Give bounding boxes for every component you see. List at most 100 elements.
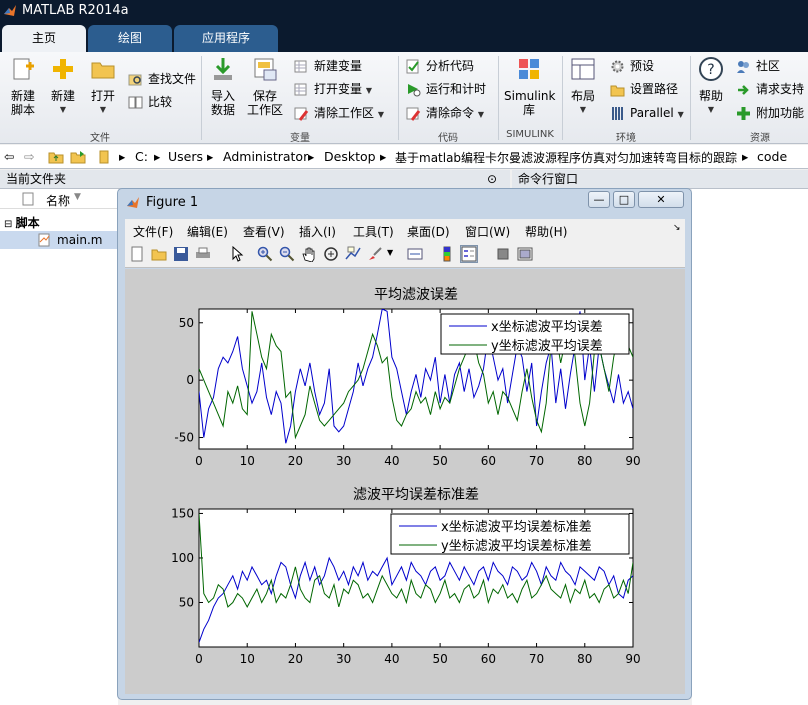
sort-caret-icon: ▼	[74, 192, 81, 202]
community-button[interactable]: 社区	[736, 56, 780, 76]
menu-view[interactable]: 查看(V)	[243, 223, 285, 240]
new-button[interactable]: 新建 ▼	[46, 56, 80, 117]
breadcrumb-code[interactable]: code	[757, 149, 787, 164]
tab-home[interactable]: 主页	[2, 25, 86, 52]
run-and-time-button[interactable]: 运行和计时	[406, 79, 486, 99]
breadcrumb-project-folder[interactable]: 基于matlab编程卡尔曼滤波源程序仿真对匀加速转弯目标的跟踪	[395, 149, 737, 166]
import-data-button[interactable]: 导入 数据	[206, 56, 240, 117]
figure-title: Figure 1	[146, 195, 199, 210]
pan-hand-icon[interactable]	[301, 246, 317, 262]
figure-canvas: 平均滤波误差 0 10 20 30 40 50 60 70 80 90 -50 0 50 x坐标滤波平均误差…	[125, 269, 685, 694]
up-folder-icon[interactable]	[48, 149, 64, 165]
file-row-main[interactable]: main.m	[0, 231, 118, 249]
zoom-in-icon[interactable]	[257, 246, 273, 262]
request-support-button[interactable]: 请求支持	[736, 79, 804, 99]
show-plot-tools-icon[interactable]	[517, 246, 533, 262]
menu-window[interactable]: 窗口(W)	[465, 223, 510, 240]
add-ons-button[interactable]: 附加功能	[736, 103, 804, 123]
clear-workspace-button[interactable]: 清除工作区 ▼	[294, 103, 384, 123]
legend-icon[interactable]	[460, 245, 478, 263]
m-file-icon	[38, 233, 50, 247]
data-cursor-icon[interactable]	[345, 246, 361, 262]
save-workspace-button[interactable]: 保存 工作区	[246, 56, 284, 117]
breadcrumb-drive[interactable]: C:	[135, 149, 148, 164]
simulink-library-button[interactable]: Simulink 库	[504, 56, 555, 117]
set-path-button[interactable]: 设置路径	[610, 79, 678, 99]
print-icon[interactable]	[195, 246, 211, 262]
collapse-icon[interactable]: ⊟	[4, 219, 16, 230]
breadcrumb-desktop[interactable]: Desktop	[324, 149, 376, 164]
command-window-header: 命令行窗口	[512, 170, 808, 189]
breadcrumb-separator: ▸	[119, 149, 126, 164]
figure-logo-icon	[127, 197, 139, 208]
legend-label: y坐标滤波平均误差标准差	[441, 539, 592, 554]
close-button[interactable]: ✕	[638, 191, 684, 208]
x-tick-label: 70	[529, 652, 544, 666]
hide-plot-tools-icon[interactable]	[495, 246, 511, 262]
brush-caret-icon[interactable]: ▼	[387, 248, 403, 264]
pointer-icon[interactable]	[229, 246, 245, 262]
menu-edit[interactable]: 编辑(E)	[187, 223, 228, 240]
x-tick-label: 10	[240, 454, 255, 468]
clear-workspace-label: 清除工作区	[314, 106, 375, 120]
zoom-out-icon[interactable]	[279, 246, 295, 262]
link-plot-icon[interactable]	[407, 246, 423, 262]
clear-commands-button[interactable]: 清除命令 ▼	[406, 103, 484, 123]
new-figure-icon[interactable]	[129, 246, 145, 262]
open-file-icon[interactable]	[151, 246, 167, 262]
new-variable-button[interactable]: 新建变量	[294, 56, 362, 76]
ribbon-separator	[562, 56, 563, 140]
clear-commands-label: 清除命令	[426, 106, 475, 120]
new-caret-icon: ▼	[59, 105, 67, 114]
breadcrumb-users[interactable]: Users	[168, 149, 203, 164]
tab-plots[interactable]: 绘图	[88, 25, 172, 52]
new-script-button[interactable]: 新建 脚本	[6, 56, 40, 117]
name-column-header[interactable]: 名称	[46, 192, 70, 209]
analyze-code-button[interactable]: 分析代码	[406, 56, 474, 76]
menu-insert[interactable]: 插入(I)	[299, 223, 336, 240]
layout-button[interactable]: 布局 ▼	[566, 56, 600, 117]
minimize-button[interactable]: —	[588, 191, 610, 208]
find-files-button[interactable]: 查找文件	[128, 69, 196, 89]
file-column-icon	[22, 192, 34, 206]
matlab-logo-icon	[4, 5, 16, 16]
rotate-3d-icon[interactable]	[323, 246, 339, 262]
maximize-button[interactable]: □	[613, 191, 635, 208]
forward-arrow-icon[interactable]: ⇨	[24, 149, 34, 164]
import-label: 导入 数据	[210, 89, 235, 117]
dock-arrow-icon[interactable]: ↘	[673, 223, 681, 233]
tab-apps[interactable]: 应用程序	[174, 25, 278, 52]
ribbon-separator	[398, 56, 399, 140]
menu-file[interactable]: 文件(F)	[133, 223, 173, 240]
compare-button[interactable]: 比较	[128, 92, 172, 112]
x-tick-label: 70	[529, 454, 544, 468]
parallel-button[interactable]: Parallel ▼	[610, 103, 684, 123]
command-window-panel[interactable]	[692, 189, 808, 705]
browse-folder-icon[interactable]	[70, 149, 86, 165]
menu-desktop[interactable]: 桌面(D)	[407, 223, 450, 240]
open-variable-button[interactable]: 打开变量 ▼	[294, 79, 372, 99]
group-resources-label: 资源	[750, 133, 770, 144]
preferences-button[interactable]: 预设	[610, 56, 654, 76]
back-arrow-icon[interactable]: ⇦	[4, 149, 14, 164]
help-caret-icon: ▼	[707, 105, 715, 114]
breadcrumb-administrator[interactable]: Administrator	[223, 149, 308, 164]
x-tick-label: 90	[625, 652, 640, 666]
x-tick-label: 10	[240, 652, 255, 666]
brush-icon[interactable]	[367, 246, 383, 262]
y-tick-label: 0	[186, 373, 194, 387]
support-icon	[738, 85, 749, 95]
ribbon: 新建 脚本 新建 ▼ 打开 ▼ 查找文件 比较 文件 导入 数据 保存 工作区 …	[0, 52, 808, 144]
open-label: 打开	[90, 89, 115, 103]
menu-tools[interactable]: 工具(T)	[353, 223, 394, 240]
colorbar-icon[interactable]	[439, 246, 455, 262]
open-button[interactable]: 打开 ▼	[86, 56, 120, 117]
find-files-label: 查找文件	[148, 72, 197, 86]
panel-menu-icon[interactable]: ⊙	[487, 170, 497, 188]
scripts-group[interactable]: ⊟ 脚本	[4, 214, 40, 231]
layout-label: 布局	[570, 89, 595, 103]
save-figure-icon[interactable]	[173, 246, 189, 262]
menu-help[interactable]: 帮助(H)	[525, 223, 567, 240]
group-file-label: 文件	[90, 133, 110, 144]
help-button[interactable]: ? 帮助 ▼	[696, 56, 726, 117]
